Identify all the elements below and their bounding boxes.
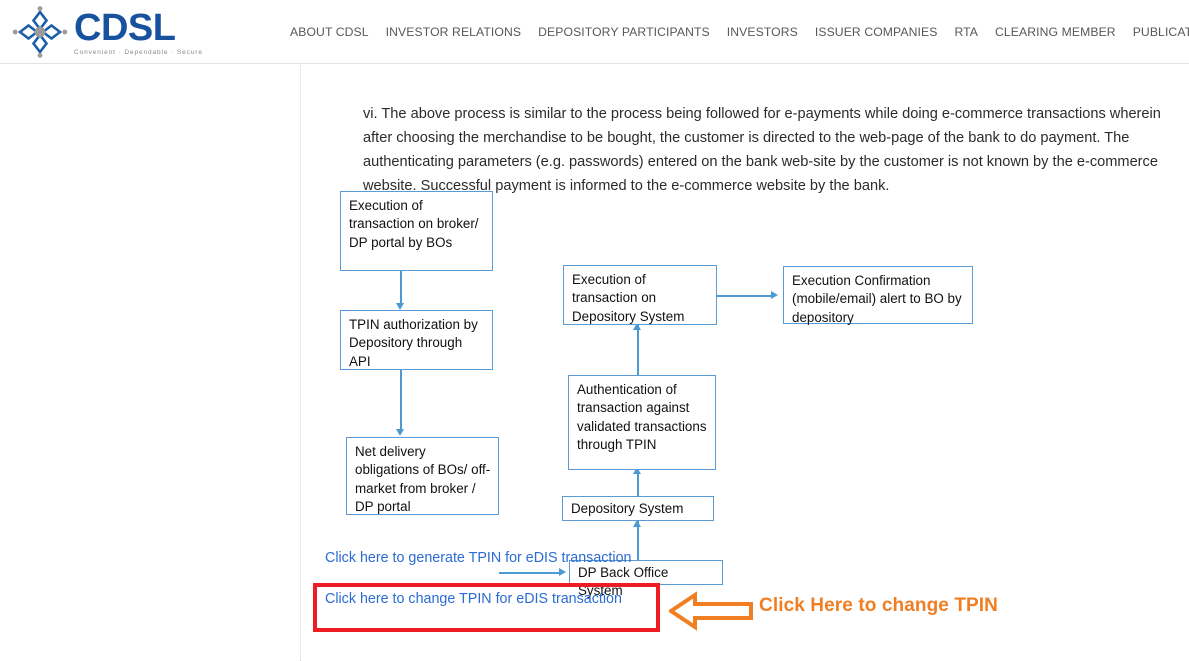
flowchart-box-execution-confirmation: Execution Confirmation (mobile/email) al… xyxy=(783,266,973,325)
callout-text: Click Here to change TPIN xyxy=(759,595,999,616)
brand-logo[interactable]: CDSL Convenient · Dependable · Secure xyxy=(12,6,282,58)
connector-net-delivery-to-dp-backoffice xyxy=(499,572,561,574)
left-block-arrow-icon xyxy=(667,591,753,631)
flowchart-box-depository-system: Depository System xyxy=(562,496,714,521)
intro-paragraph: vi. The above process is similar to the … xyxy=(363,105,1161,194)
left-rail xyxy=(0,65,300,661)
change-tpin-link[interactable]: Click here to change TPIN for eDIS trans… xyxy=(325,591,622,607)
edis-process-flowchart: Execution of transaction on broker/ DP p… xyxy=(301,191,1189,598)
flowchart-box-authentication-of-transaction: Authentication of transaction against va… xyxy=(568,375,716,470)
content-area: vi. The above process is similar to the … xyxy=(301,65,1189,661)
arrowhead-tpin-to-net-delivery-icon xyxy=(396,429,404,436)
generate-tpin-link[interactable]: Click here to generate TPIN for eDIS tra… xyxy=(325,550,631,566)
nav-item-depository-participants[interactable]: DEPOSITORY PARTICIPANTS xyxy=(538,25,710,39)
connector-tpin-to-net-delivery xyxy=(400,370,402,431)
connector-broker-to-tpin xyxy=(400,271,402,305)
logo-tagline: Convenient · Dependable · Secure xyxy=(74,48,203,56)
site-header: CDSL Convenient · Dependable · Secure AB… xyxy=(0,0,1189,64)
nav-item-rta[interactable]: RTA xyxy=(954,25,978,39)
nav-item-publications[interactable]: PUBLICATIONS xyxy=(1133,25,1189,39)
arrowhead-dp-backoffice-to-depository-icon xyxy=(633,520,641,527)
logo-wordmark: CDSL Convenient · Dependable · Secure xyxy=(74,9,203,56)
flowchart-box-net-delivery-obligations: Net delivery obligations of BOs/ off-mar… xyxy=(346,437,499,515)
connector-authentication-to-execution xyxy=(637,325,639,375)
nav-item-about-cdsl[interactable]: ABOUT CDSL xyxy=(290,25,369,39)
arrowhead-execution-to-confirmation-icon xyxy=(771,291,778,299)
nav-item-investor-relations[interactable]: INVESTOR RELATIONS xyxy=(386,25,521,39)
flowchart-box-execution-broker-portal: Execution of transaction on broker/ DP p… xyxy=(340,191,493,271)
arrowhead-broker-to-tpin-icon xyxy=(396,303,404,310)
nav-item-issuer-companies[interactable]: ISSUER COMPANIES xyxy=(815,25,938,39)
page-body: vi. The above process is similar to the … xyxy=(0,65,1189,661)
flowchart-box-execution-depository-system: Execution of transaction on Depository S… xyxy=(563,265,717,325)
nav-item-investors[interactable]: INVESTORS xyxy=(727,25,798,39)
nav-item-clearing-member[interactable]: CLEARING MEMBER xyxy=(995,25,1116,39)
arrowhead-net-delivery-to-dp-backoffice-icon xyxy=(559,568,566,576)
connector-execution-to-confirmation xyxy=(717,295,773,297)
flowchart-box-tpin-authorization: TPIN authorization by Depository through… xyxy=(340,310,493,370)
logo-text: CDSL xyxy=(74,6,176,49)
main-navigation: ABOUT CDSL INVESTOR RELATIONS DEPOSITORY… xyxy=(290,0,1189,64)
cdsl-diamond-logo-icon xyxy=(12,6,68,58)
